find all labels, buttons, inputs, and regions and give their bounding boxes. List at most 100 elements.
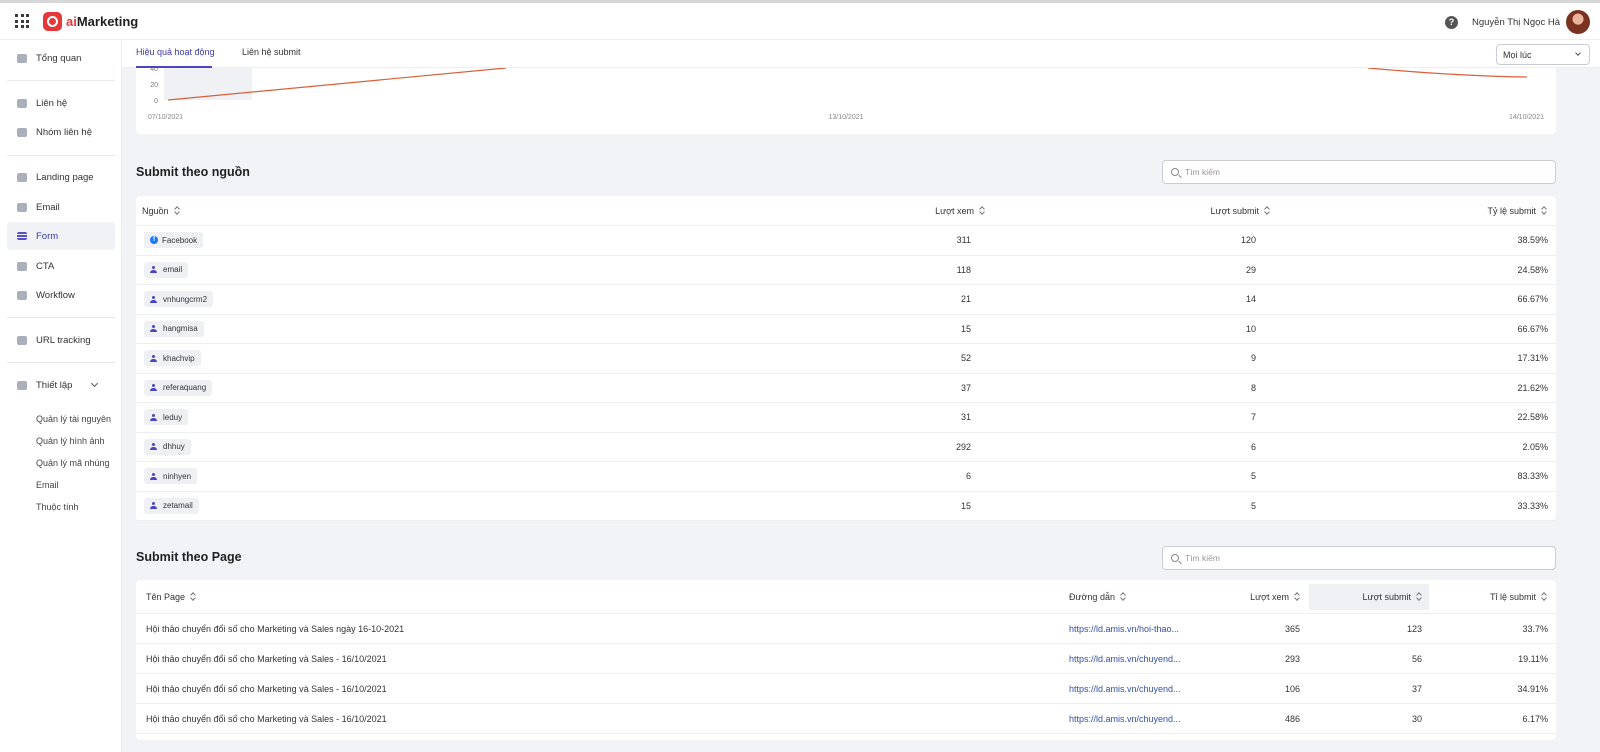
rate-cell: 33.33% (1517, 500, 1548, 511)
source-tag[interactable]: f Facebook (144, 232, 204, 249)
source-tag[interactable]: leduy (144, 409, 189, 426)
page-section-title: Submit theo Page (136, 550, 242, 564)
x-tick-label: 13/10/2021 (828, 114, 863, 121)
views-cell: 106 (1284, 683, 1300, 694)
submits-cell: 6 (1250, 441, 1256, 452)
sidebar-item-workflow[interactable]: Workflow (7, 281, 115, 309)
col-submits[interactable]: Lượt submit (1211, 196, 1271, 225)
views-cell: 118 (956, 264, 971, 275)
col-views[interactable]: Lượt xem (935, 196, 986, 225)
contact-group-icon (17, 127, 27, 137)
person-icon (150, 266, 159, 274)
views-cell: 21 (960, 294, 971, 305)
page-search[interactable] (1162, 546, 1556, 570)
app-logo[interactable]: aiMarketing (43, 11, 138, 31)
table-row: khachvip 52 9 17.31% (136, 344, 1556, 374)
source-cell: f Facebook (144, 226, 204, 255)
sidebar-item-settings[interactable]: Thiết lập (7, 371, 115, 399)
col-rate[interactable]: Tỷ lệ submit (1487, 196, 1548, 225)
table-row: Hội thảo chuyển đổi số cho Marketing và … (136, 704, 1556, 734)
tab-performance[interactable]: Hiệu quả hoạt động (136, 47, 215, 57)
form-icon (17, 232, 27, 240)
source-tag[interactable]: ninhyen (144, 468, 198, 485)
sort-icon (1541, 206, 1548, 215)
views-cell: 311 (956, 235, 971, 246)
tab-contact-submit[interactable]: Liên hệ submit (242, 47, 301, 57)
table-row: leduy 31 7 22.58% (136, 403, 1556, 433)
search-icon (1171, 554, 1179, 562)
top-bar: aiMarketing ? Nguyễn Thị Ngọc Hà (0, 0, 1600, 40)
rate-cell: 19.11% (1518, 653, 1548, 664)
source-search[interactable] (1162, 160, 1556, 184)
source-tag[interactable]: dhhuy (144, 438, 191, 455)
views-cell: 365 (1284, 623, 1300, 634)
chevron-down-icon (91, 379, 99, 388)
sidebar-item-contacts[interactable]: Liên hệ (7, 89, 115, 117)
source-section-title: Submit theo nguồn (136, 165, 250, 179)
table-row: zetamail 15 5 33.33% (136, 492, 1556, 521)
sort-icon (1264, 206, 1271, 215)
rate-cell: 66.67% (1517, 294, 1548, 305)
help-icon[interactable]: ? (1444, 15, 1458, 29)
divider (7, 362, 115, 363)
submit-chart: 0 20 40 07/10/2021 13/10/2021 14/10/2021 (136, 62, 1556, 134)
sidebar-subitem-resources[interactable]: Quản lý tài nguyên (36, 414, 111, 424)
sidebar-item-form[interactable]: Form (7, 222, 115, 250)
sidebar-item-cta[interactable]: CTA (7, 252, 115, 280)
col-views[interactable]: Lượt xem (1250, 580, 1301, 613)
sort-icon (1294, 592, 1301, 601)
table-header: Tên Page Đường dẫn Lượt xem Lượt submit … (136, 580, 1556, 614)
rate-cell: 38.59% (1517, 235, 1548, 246)
col-url[interactable]: Đường dẫn (1069, 580, 1127, 613)
sort-icon (174, 206, 181, 215)
source-tag[interactable]: referaquang (144, 379, 213, 396)
sort-icon (1416, 592, 1423, 601)
sidebar-subitem-properties[interactable]: Thuộc tính (36, 502, 79, 512)
divider (7, 80, 115, 81)
source-tag[interactable]: vnhungcrm2 (144, 291, 214, 308)
page-url-link[interactable]: https://ld.amis.vn/chuyend... (1069, 704, 1181, 733)
source-tag[interactable]: zetamail (144, 497, 199, 514)
sidebar-item-landing-page[interactable]: Landing page (7, 163, 115, 191)
user-area: ? Nguyễn Thị Ngọc Hà (1444, 10, 1590, 34)
views-cell: 293 (1284, 653, 1300, 664)
divider (7, 155, 115, 156)
col-rate[interactable]: Tỉ lệ submit (1490, 580, 1548, 613)
page-url-link[interactable]: https://ld.amis.vn/chuyend... (1069, 644, 1181, 673)
apps-grid-icon[interactable] (15, 14, 29, 28)
sidebar-subitem-email[interactable]: Email (36, 480, 59, 490)
source-tag[interactable]: khachvip (144, 350, 201, 367)
sidebar-item-overview[interactable]: Tổng quan (7, 44, 115, 72)
col-source[interactable]: Nguồn (142, 196, 181, 225)
col-page-name[interactable]: Tên Page (146, 580, 197, 613)
person-icon (150, 472, 159, 480)
submits-cell: 14 (1245, 294, 1256, 305)
rate-cell: 22.58% (1517, 412, 1548, 423)
person-icon (150, 354, 159, 362)
avatar[interactable] (1566, 10, 1590, 34)
sidebar-item-email[interactable]: Email (7, 193, 115, 221)
period-select[interactable]: Mọi lúc (1496, 44, 1590, 65)
page-search-input[interactable] (1185, 553, 1485, 563)
source-tag[interactable]: hangmisa (144, 320, 204, 337)
table-row: ninhyen 6 5 83.33% (136, 462, 1556, 492)
submits-cell: 123 (1406, 623, 1422, 634)
sidebar-item-url-tracking[interactable]: URL tracking (7, 326, 115, 354)
source-tag[interactable]: email (144, 261, 189, 278)
page-url-link[interactable]: https://ld.amis.vn/hoi-thao... (1069, 614, 1179, 643)
line-chart: 0 20 40 07/10/2021 13/10/2021 14/10/2021 (148, 62, 1544, 121)
sidebar-subitem-embed-codes[interactable]: Quản lý mã nhúng (36, 458, 110, 468)
rate-cell: 33.7% (1522, 623, 1548, 634)
divider (7, 317, 115, 318)
sidebar-item-contact-groups[interactable]: Nhóm liên hệ (7, 118, 115, 146)
sidebar-subitem-images[interactable]: Quản lý hình ảnh (36, 436, 105, 446)
user-name[interactable]: Nguyễn Thị Ngọc Hà (1472, 17, 1560, 28)
views-cell: 52 (960, 353, 971, 364)
main-content: Hiệu quả hoạt động Liên hệ submit Mọi lú… (122, 40, 1600, 752)
source-search-input[interactable] (1185, 167, 1485, 177)
col-submits[interactable]: Lượt submit (1363, 580, 1423, 613)
source-cell: zetamail (144, 492, 199, 521)
source-cell: hangmisa (144, 315, 204, 344)
source-cell: khachvip (144, 344, 201, 373)
page-url-link[interactable]: https://ld.amis.vn/chuyend... (1069, 674, 1181, 703)
